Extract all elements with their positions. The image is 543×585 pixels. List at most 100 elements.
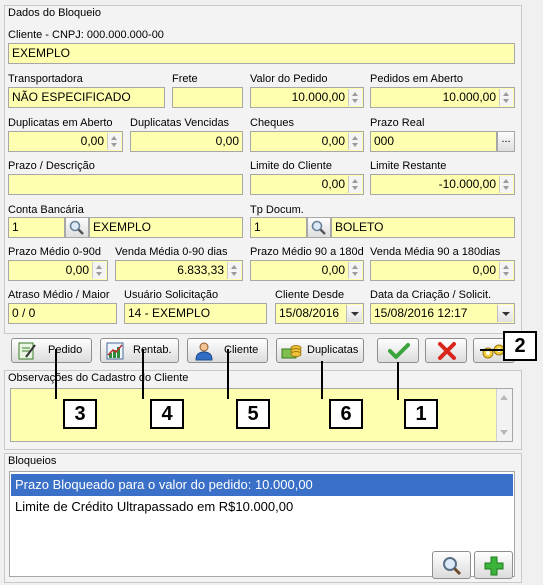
spin-icon[interactable] xyxy=(348,133,362,150)
callout-6: 6 xyxy=(329,399,363,429)
venda-media-90-180-field[interactable]: 0,00 xyxy=(370,260,515,281)
spin-icon[interactable] xyxy=(499,262,513,279)
add-button[interactable] xyxy=(474,551,513,579)
pedidos-aberto-field[interactable]: 10.000,00 xyxy=(370,87,515,108)
list-item[interactable]: Limite de Crédito Ultrapassado em R$10.0… xyxy=(11,496,513,518)
prazo-medio-0-90-value: 0,00 xyxy=(65,263,89,277)
ellipsis-label: ... xyxy=(501,133,511,145)
transportadora-field[interactable]: NÃO ESPECIFICADO xyxy=(8,87,165,108)
search-button[interactable] xyxy=(432,551,471,579)
cliente-desde-label: Cliente Desde xyxy=(275,289,345,301)
conta-bancaria-field[interactable]: EXEMPLO xyxy=(89,217,243,238)
search-icon xyxy=(69,220,84,235)
pedido-label: Pedido xyxy=(48,344,83,356)
bloqueios-title: Bloqueios xyxy=(8,455,57,467)
spin-icon[interactable] xyxy=(107,133,121,150)
limite-cliente-value: 0,00 xyxy=(321,177,345,191)
cliente-field[interactable]: EXEMPLO xyxy=(8,43,515,64)
spin-icon[interactable] xyxy=(227,262,241,279)
valor-pedido-field[interactable]: 10.000,00 xyxy=(250,87,364,108)
close-icon xyxy=(438,342,456,360)
prazo-descricao-label: Prazo / Descrição xyxy=(8,160,95,172)
spin-icon[interactable] xyxy=(499,176,513,193)
venda-media-0-90-value: 6.833,33 xyxy=(177,263,224,277)
chevron-down-icon[interactable] xyxy=(346,305,362,322)
cliente-desde-field[interactable]: 15/08/2016 xyxy=(275,303,364,324)
conta-bancaria-label: Conta Bancária xyxy=(8,204,84,216)
limite-restante-field[interactable]: -10.000,00 xyxy=(370,174,515,195)
callout-1: 1 xyxy=(404,399,438,429)
cheques-value: 0,00 xyxy=(321,134,345,148)
callout-line-3 xyxy=(55,349,57,399)
atraso-medio-field[interactable]: 0 / 0 xyxy=(8,303,117,324)
search-icon xyxy=(311,220,326,235)
money-icon xyxy=(281,345,302,359)
cheques-field[interactable]: 0,00 xyxy=(250,131,364,152)
spin-icon[interactable] xyxy=(348,176,362,193)
prazo-descricao-field[interactable] xyxy=(8,174,243,195)
prazo-real-ellipsis-button[interactable]: ... xyxy=(497,131,515,152)
limite-cliente-label: Limite do Cliente xyxy=(250,160,332,172)
rentab-label: Rentab. xyxy=(133,344,172,356)
approve-button[interactable] xyxy=(377,338,419,363)
callout-2: 2 xyxy=(503,331,537,361)
scroll-down-icon[interactable] xyxy=(500,430,508,435)
callout-line-1 xyxy=(397,362,399,400)
pedido-button[interactable]: Pedido xyxy=(11,338,92,363)
scroll-up-icon[interactable] xyxy=(500,395,508,400)
reject-button[interactable] xyxy=(425,338,467,363)
venda-media-90-180-value: 0,00 xyxy=(472,263,496,277)
chart-icon xyxy=(106,342,124,360)
callout-5: 5 xyxy=(236,399,270,429)
duplicatas-button[interactable]: Duplicatas xyxy=(276,338,364,363)
transportadora-label: Transportadora xyxy=(8,73,83,85)
duplicatas-vencidas-field[interactable]: 0,00 xyxy=(130,131,243,152)
observacoes-scrollbar[interactable] xyxy=(496,389,512,441)
tp-docum-field[interactable]: BOLETO xyxy=(331,217,515,238)
callout-line-6 xyxy=(321,361,323,399)
check-icon xyxy=(388,343,410,359)
valor-pedido-value: 10.000,00 xyxy=(291,90,345,104)
duplicatas-label: Duplicatas xyxy=(307,344,359,356)
spin-icon[interactable] xyxy=(92,262,106,279)
usuario-solicitacao-field[interactable]: 14 - EXEMPLO xyxy=(124,303,267,324)
frete-field[interactable] xyxy=(172,87,243,108)
chevron-down-icon[interactable] xyxy=(497,305,513,322)
tp-docum-label: Tp Docum. xyxy=(250,204,304,216)
prazo-medio-0-90-field[interactable]: 0,00 xyxy=(8,260,108,281)
data-criacao-field[interactable]: 15/08/2016 12:17 xyxy=(370,303,515,324)
callout-line-4 xyxy=(142,349,144,399)
limite-cliente-field[interactable]: 0,00 xyxy=(250,174,364,195)
duplicatas-aberto-label: Duplicatas em Aberto xyxy=(8,117,113,129)
prazo-real-field[interactable]: 000 xyxy=(370,131,497,152)
prazo-medio-90-180-field[interactable]: 0,00 xyxy=(250,260,364,281)
venda-media-0-90-field[interactable]: 6.833,33 xyxy=(115,260,243,281)
cliente-label: Cliente - CNPJ: 000.000.000-00 xyxy=(8,29,164,41)
prazo-medio-90-180-label: Prazo Médio 90 a 180d xyxy=(250,246,364,258)
frete-label: Frete xyxy=(172,73,198,85)
venda-media-90-180-label: Venda Média 90 a 180dias xyxy=(370,246,501,258)
conta-bancaria-search-button[interactable] xyxy=(65,217,89,238)
valor-pedido-label: Valor do Pedido xyxy=(250,73,328,85)
pedidos-aberto-label: Pedidos em Aberto xyxy=(370,73,463,85)
duplicatas-aberto-field[interactable]: 0,00 xyxy=(8,131,123,152)
callout-3: 3 xyxy=(63,399,97,429)
tp-docum-search-button[interactable] xyxy=(307,217,331,238)
venda-media-0-90-label: Venda Média 0-90 dias xyxy=(115,246,228,258)
search-icon xyxy=(443,557,462,576)
cheques-label: Cheques xyxy=(250,117,295,129)
rentab-button[interactable]: Rentab. xyxy=(100,338,179,363)
spin-icon[interactable] xyxy=(348,89,362,106)
atraso-medio-label: Atraso Médio / Maior xyxy=(8,289,110,301)
spin-icon[interactable] xyxy=(499,89,513,106)
limite-restante-label: Limite Restante xyxy=(370,160,447,172)
callout-4: 4 xyxy=(150,399,184,429)
list-item[interactable]: Prazo Bloqueado para o valor do pedido: … xyxy=(11,474,513,496)
cliente-label: Cliente xyxy=(224,344,259,356)
tp-docum-code-field[interactable]: 1 xyxy=(250,217,307,238)
limite-restante-value: -10.000,00 xyxy=(438,177,496,191)
conta-bancaria-code-field[interactable]: 1 xyxy=(8,217,65,238)
duplicatas-aberto-value: 0,00 xyxy=(80,134,104,148)
observacoes-title: Observações do Cadastro do Cliente xyxy=(8,372,189,384)
spin-icon[interactable] xyxy=(348,262,362,279)
